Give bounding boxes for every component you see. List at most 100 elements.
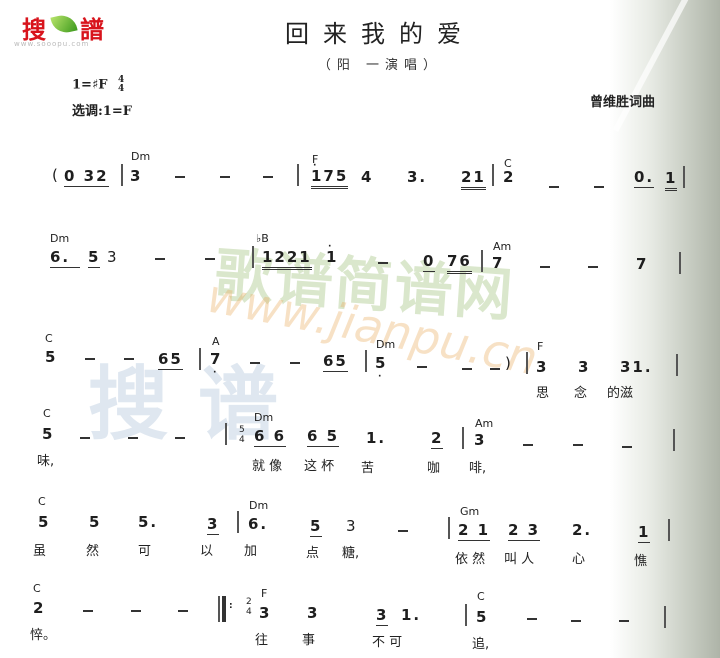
lyric: 糖, — [342, 546, 360, 561]
dash — [178, 610, 188, 612]
dash — [290, 362, 300, 364]
lyric: 虽 — [33, 544, 47, 559]
note: 2 — [503, 168, 516, 186]
barline — [237, 511, 239, 533]
dash — [83, 610, 93, 612]
dash — [128, 437, 138, 439]
lyric: 然 — [86, 544, 100, 559]
barline — [481, 250, 483, 272]
barline — [683, 166, 685, 188]
composer-credit: 曾维胜词曲 — [590, 95, 656, 110]
repeat-dots: : — [229, 601, 233, 611]
note: 3 — [107, 248, 119, 266]
lyric: 追, — [472, 637, 490, 652]
barline — [679, 252, 681, 274]
note: 0. — [634, 168, 655, 188]
score-line-4: C Dm Am 5 54 6 6 6 5 1. 2 3 味, 就 像 这 杯 苦… — [0, 405, 720, 476]
dash — [124, 358, 134, 360]
note: 3 — [376, 606, 389, 626]
chord: ♭B — [256, 232, 269, 245]
dash — [540, 266, 550, 268]
chord: C — [477, 590, 485, 603]
note-group: 175 — [311, 167, 349, 189]
note: 1. — [366, 429, 387, 447]
barline — [664, 606, 666, 628]
note-group: 6 5 — [307, 427, 340, 447]
lyric: 咖 — [427, 461, 441, 476]
note: 5 — [45, 348, 58, 366]
dash — [80, 437, 90, 439]
key-signature: 1=♯F 4 4 — [72, 76, 124, 94]
chord: C — [43, 407, 51, 420]
lyric: 往 — [255, 633, 269, 648]
score-line-2: Dm ♭B Am 6. 5 3 1221 1 · 0 76 7 7 — [0, 232, 720, 292]
chord: F — [261, 587, 268, 600]
dash — [220, 176, 230, 178]
note: 6. — [50, 248, 81, 268]
dash — [250, 362, 260, 364]
key-value: 1=♯F — [72, 77, 108, 93]
chord: Gm — [460, 505, 480, 518]
lyric: 憔 — [634, 554, 648, 569]
time-change: 54 — [239, 425, 245, 445]
barline — [526, 352, 528, 374]
note-group: 1221 — [262, 248, 312, 270]
note: 2. — [572, 521, 593, 539]
note-group: 2 1 — [458, 521, 491, 541]
lyric: 的滋 — [607, 386, 634, 401]
chord: Dm — [50, 232, 70, 245]
note: 5 — [476, 608, 489, 626]
barline — [297, 164, 299, 186]
dash — [462, 368, 472, 370]
note: 3 — [578, 358, 591, 376]
note: 3. — [407, 168, 428, 186]
dash — [523, 444, 533, 446]
score-line-3: C A Dm F 5 65 7 · 65 5 · ) 3 3 31. 思 念 的… — [0, 330, 720, 401]
barline — [218, 596, 220, 622]
dash — [571, 620, 581, 622]
note: 1 — [665, 169, 678, 191]
score-line-5: C Dm Gm 5 5 5. 3 6. 5 3 2 1 2 3 2. 1 虽 然… — [0, 495, 720, 569]
barline — [465, 604, 467, 626]
barline — [448, 517, 450, 539]
note: 2 — [431, 429, 444, 449]
note: 5 — [89, 513, 102, 531]
singer-credit: （阳 一演唱） — [317, 58, 443, 73]
lyric: 点 — [306, 546, 320, 561]
lyric: 啡, — [469, 461, 487, 476]
note-group: 21 — [461, 168, 486, 190]
note: 3 — [307, 604, 320, 622]
dash — [131, 610, 141, 612]
note: 0 — [423, 252, 436, 272]
note: 3 — [130, 167, 143, 185]
dash — [549, 186, 559, 188]
note: 5 — [375, 354, 388, 372]
note: 1 — [638, 523, 651, 543]
dash — [588, 266, 598, 268]
note: 3 — [259, 604, 272, 622]
note: 3 — [207, 515, 220, 535]
dash — [175, 176, 185, 178]
chord: Dm — [254, 411, 274, 424]
note-group: 65 — [323, 352, 348, 372]
note-group: 0 32 — [64, 167, 109, 187]
note: 7 — [210, 350, 223, 368]
time-change: 24 — [246, 597, 252, 617]
note: 4 — [361, 168, 374, 186]
lyric: 以 — [200, 544, 214, 559]
dash — [573, 444, 583, 446]
lyric: 思 — [536, 386, 550, 401]
barline — [676, 354, 678, 376]
barline — [668, 519, 670, 541]
dash — [417, 366, 427, 368]
note: ) — [505, 354, 513, 372]
chord: Dm — [131, 150, 151, 163]
lyric: 依 然 — [455, 552, 486, 567]
dash — [85, 358, 95, 360]
barline — [462, 427, 464, 449]
note: 7 — [636, 255, 649, 273]
barline — [252, 246, 254, 268]
note-group: 65 — [158, 350, 183, 370]
note-group: 6 6 — [254, 427, 287, 447]
chord: F — [537, 340, 544, 353]
